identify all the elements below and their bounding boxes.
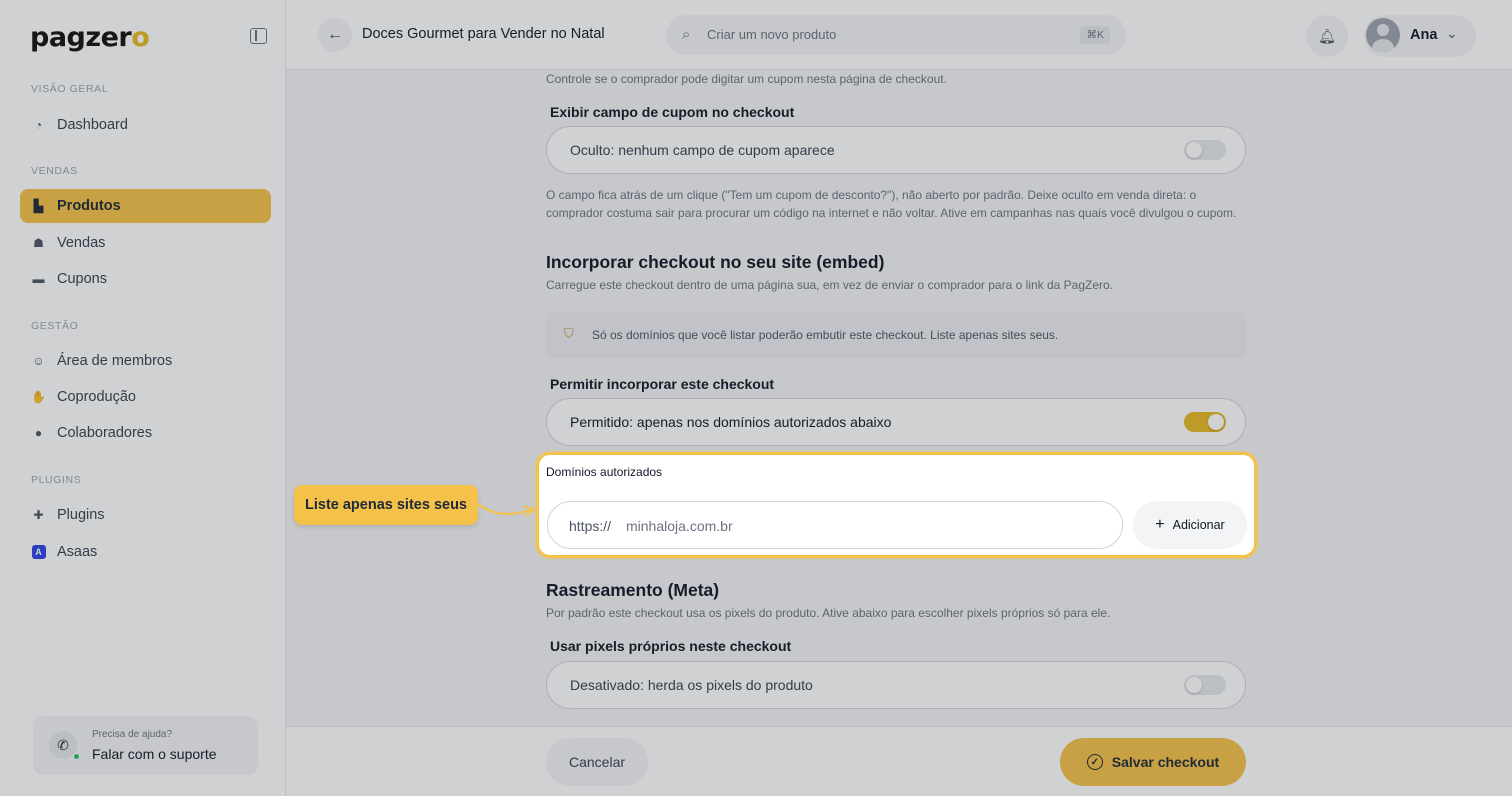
plus-icon: + [1155,516,1165,533]
callout-arrow-icon [477,503,537,517]
authorized-domains-section: Domínios autorizados https:// minhaloja.… [536,452,1257,558]
domain-input[interactable]: https:// minhaloja.com.br [547,501,1123,549]
tutorial-callout: Liste apenas sites seus [294,485,478,525]
authorized-domains-label: Domínios autorizados [546,465,663,479]
url-prefix: https:// [569,518,612,534]
tutorial-overlay [0,0,1512,796]
add-domain-button[interactable]: + Adicionar [1133,501,1247,549]
domain-input-placeholder: minhaloja.com.br [626,518,733,534]
